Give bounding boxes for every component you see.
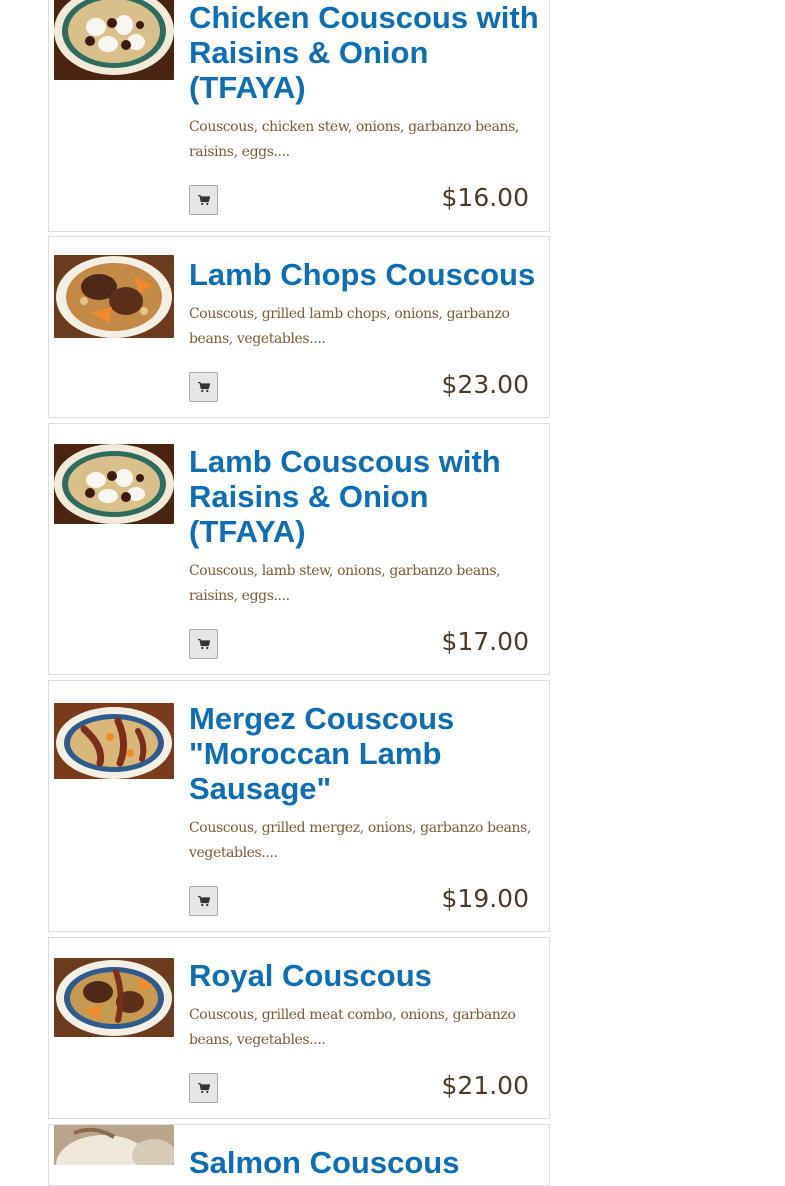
menu-item-description: Couscous, grilled mergez, onions, garban… [189, 820, 531, 861]
menu-item-card: Chicken Couscous with Raisins & Onion (T… [48, 0, 550, 232]
menu-item-description: Couscous, grilled meat combo, onions, ga… [189, 1007, 516, 1048]
add-to-cart-button[interactable] [189, 886, 218, 916]
mergez-couscous-photo[interactable] [54, 703, 174, 779]
tfaya-couscous-photo[interactable] [54, 0, 174, 80]
menu-item-price: $21.00 [441, 1071, 529, 1100]
add-to-cart-button[interactable] [189, 372, 218, 402]
royal-couscous-photo[interactable] [54, 958, 174, 1037]
menu-item-description: Couscous, lamb stew, onions, garbanzo be… [189, 563, 501, 604]
menu-item-title[interactable]: Royal Couscous [189, 958, 539, 993]
menu-item-title[interactable]: Lamb Couscous with Raisins & Onion (TFAY… [189, 444, 539, 549]
menu-item-title[interactable]: Lamb Chops Couscous [189, 257, 539, 292]
add-to-cart-button[interactable] [189, 629, 218, 659]
menu-item-price: $19.00 [441, 884, 529, 913]
menu-item-price: $17.00 [441, 627, 529, 656]
menu-item-price: $23.00 [441, 370, 529, 399]
menu-item-title[interactable]: Mergez Couscous "Moroccan Lamb Sausage" [189, 701, 539, 806]
menu-item-title[interactable]: Chicken Couscous with Raisins & Onion (T… [189, 0, 539, 105]
menu-item-description: Couscous, grilled lamb chops, onions, ga… [189, 306, 510, 347]
menu-item-card: Salmon Couscous [48, 1124, 550, 1186]
menu-item-card: Lamb Couscous with Raisins & Onion (TFAY… [48, 423, 550, 675]
menu-item-price: $16.00 [441, 183, 529, 212]
shopping-cart-icon [198, 195, 210, 206]
add-to-cart-button[interactable] [189, 185, 218, 215]
menu-item-card: Royal Couscous Couscous, grilled meat co… [48, 937, 550, 1119]
lamb-chops-couscous-photo[interactable] [54, 255, 174, 338]
menu-item-description: Couscous, chicken stew, onions, garbanzo… [189, 119, 519, 160]
shopping-cart-icon [198, 1083, 210, 1094]
shopping-cart-icon [198, 896, 210, 907]
menu-item-card: Lamb Chops Couscous Couscous, grilled la… [48, 236, 550, 418]
shopping-cart-icon [198, 382, 210, 393]
menu-item-title[interactable]: Salmon Couscous [189, 1145, 539, 1180]
menu-item-card: Mergez Couscous "Moroccan Lamb Sausage" … [48, 680, 550, 932]
shopping-cart-icon [198, 639, 210, 650]
tfaya-couscous-photo[interactable] [54, 444, 174, 524]
partial-dish-photo[interactable] [54, 1125, 174, 1165]
add-to-cart-button[interactable] [189, 1073, 218, 1103]
